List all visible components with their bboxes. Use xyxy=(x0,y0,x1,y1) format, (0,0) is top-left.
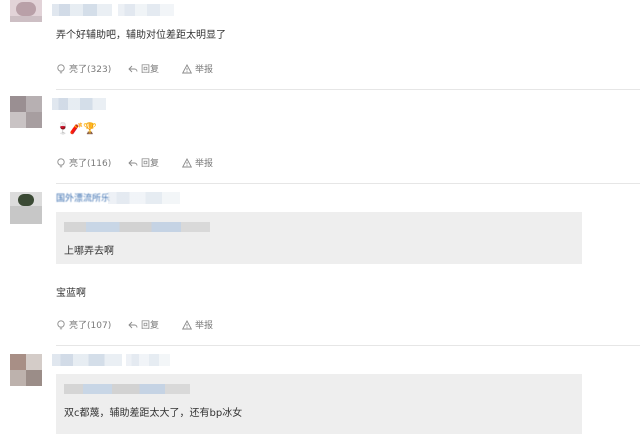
lightbulb-icon xyxy=(57,63,65,73)
lightbulb-icon xyxy=(57,319,65,329)
report-label: 举报 xyxy=(195,65,214,75)
divider xyxy=(56,183,640,184)
report-label: 举报 xyxy=(195,321,214,331)
reply-arrow-icon xyxy=(128,159,138,166)
username[interactable]: 国外漂流所乐 xyxy=(56,191,110,204)
report-button[interactable]: 举报 xyxy=(182,62,213,75)
divider xyxy=(56,345,640,346)
like-label: 亮了(323) xyxy=(69,65,112,75)
reply-arrow-icon xyxy=(128,65,138,72)
avatar[interactable] xyxy=(10,354,42,386)
quoted-text: 双c都蔑，辅助差距太大了，还有bp冰女 xyxy=(64,408,243,419)
username-blurred[interactable] xyxy=(52,354,122,366)
comment-text: 弄个好辅助吧，辅助对位差距太明显了 xyxy=(56,30,226,41)
warning-triangle-icon xyxy=(182,63,192,73)
like-button[interactable]: 亮了(116) xyxy=(56,156,111,169)
quoted-username-blurred xyxy=(64,222,210,232)
quoted-username-blurred xyxy=(64,384,190,394)
report-button[interactable]: 举报 xyxy=(182,156,213,169)
reply-arrow-icon xyxy=(128,321,138,328)
username-blurred[interactable] xyxy=(52,4,112,16)
warning-triangle-icon xyxy=(182,157,192,167)
username-blurred-extra xyxy=(126,354,170,366)
lightbulb-icon xyxy=(57,157,65,167)
like-label: 亮了(107) xyxy=(69,321,112,331)
divider xyxy=(56,89,640,90)
avatar[interactable] xyxy=(10,96,42,128)
comment-text: 宝蓝啊 xyxy=(56,288,86,299)
reply-label: 回复 xyxy=(141,159,160,169)
reply-button[interactable]: 回复 xyxy=(128,318,159,331)
reply-label: 回复 xyxy=(141,321,160,331)
report-button[interactable]: 举报 xyxy=(182,318,213,331)
reply-label: 回复 xyxy=(141,65,160,75)
warning-triangle-icon xyxy=(182,319,192,329)
username-blurred-extra xyxy=(118,4,174,16)
comment-text: 🍷🧨🏆 xyxy=(56,122,98,135)
username-blurred[interactable] xyxy=(52,98,106,110)
reply-button[interactable]: 回复 xyxy=(128,62,159,75)
quoted-reply: 上哪弄去啊 xyxy=(56,212,582,264)
reply-button[interactable]: 回复 xyxy=(128,156,159,169)
username-blurred-extra xyxy=(108,192,180,204)
like-button[interactable]: 亮了(107) xyxy=(56,318,111,331)
report-label: 举报 xyxy=(195,159,214,169)
avatar[interactable] xyxy=(10,192,42,224)
avatar[interactable] xyxy=(10,0,42,22)
quoted-text: 上哪弄去啊 xyxy=(64,246,114,257)
like-label: 亮了(116) xyxy=(69,159,112,169)
quoted-reply: 双c都蔑，辅助差距太大了，还有bp冰女 xyxy=(56,374,582,434)
like-button[interactable]: 亮了(323) xyxy=(56,62,111,75)
